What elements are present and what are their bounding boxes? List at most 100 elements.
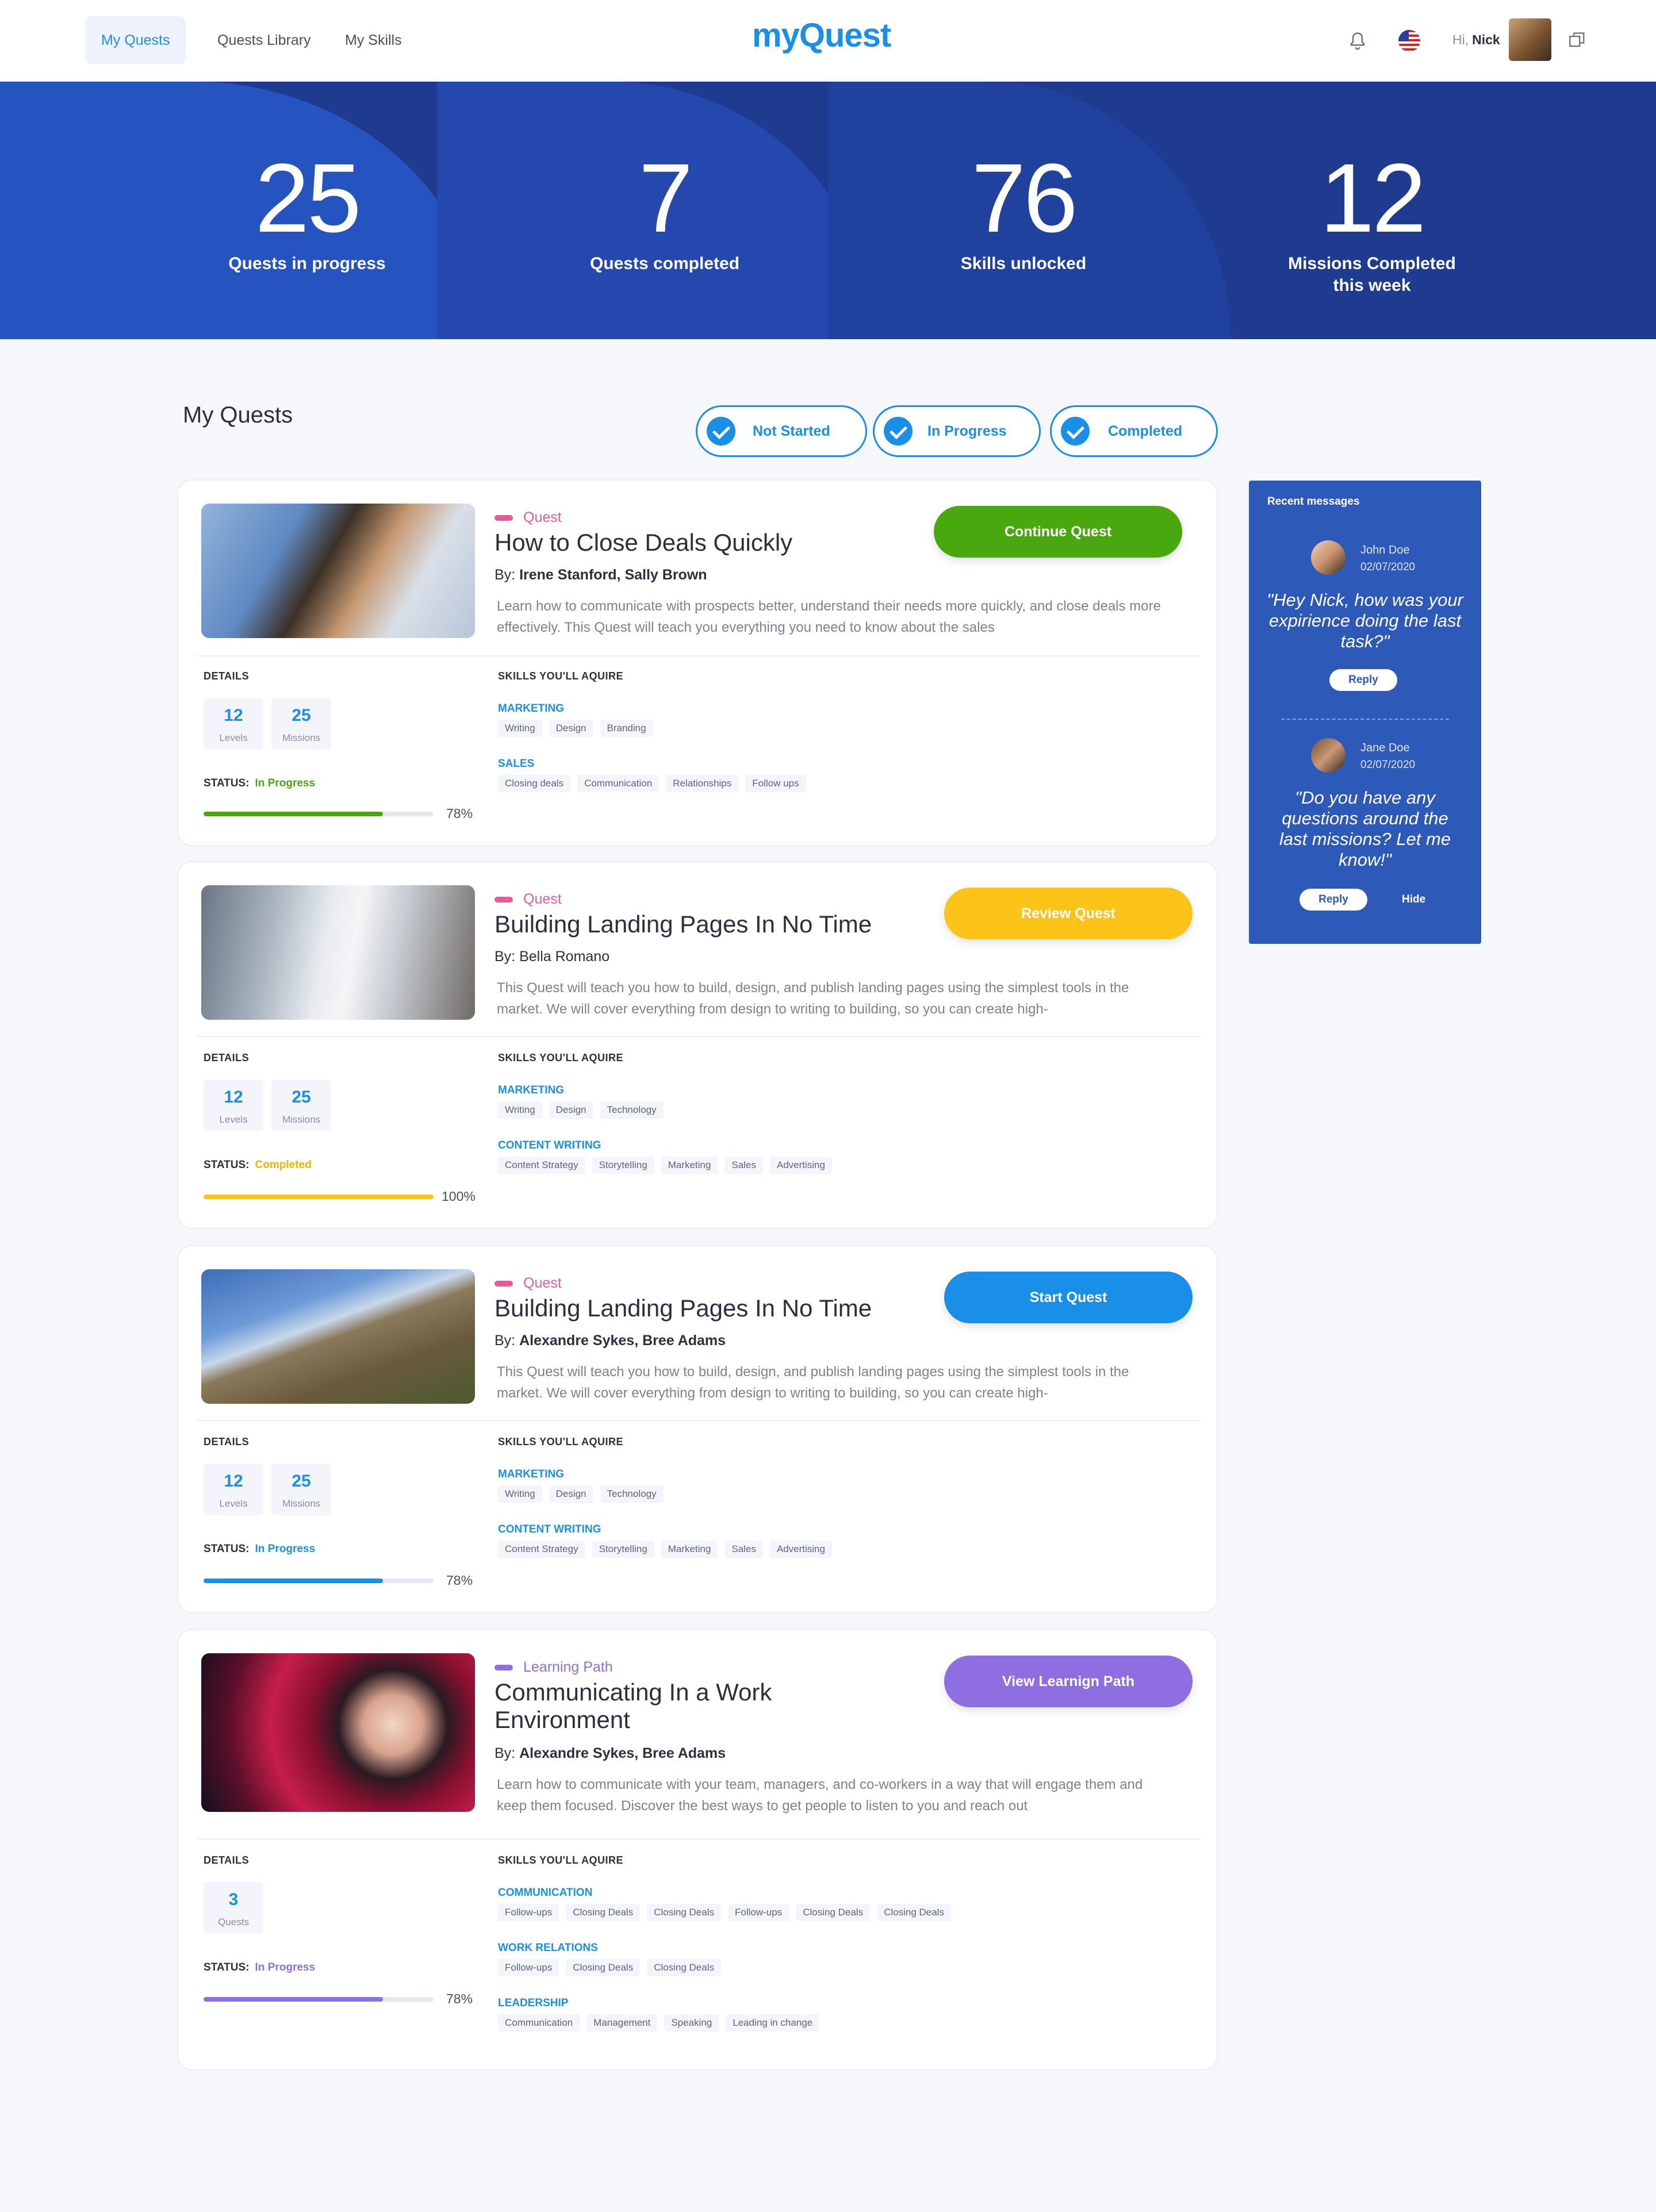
continue-quest-button[interactable]: Continue Quest	[934, 506, 1182, 558]
filter-completed[interactable]: Completed	[1050, 405, 1218, 457]
skill-chip: Marketing	[661, 1157, 718, 1174]
quest-description: Learn how to communicate with prospects …	[497, 598, 1161, 635]
filter-in-progress[interactable]: In Progress	[873, 405, 1041, 457]
filter-label: Completed	[1108, 423, 1183, 439]
skill-chip: Sales	[724, 1157, 763, 1174]
message-divider	[1281, 719, 1449, 720]
levels-count: 12 Levels	[204, 1080, 263, 1131]
message-date: 02/07/2020	[1360, 561, 1416, 573]
quest-thumbnail-laptop-desk	[201, 885, 475, 1020]
skill-chip: Writing	[498, 1101, 542, 1119]
levels-count: 12 Levels	[204, 698, 263, 750]
quest-card: Quest How to Close Deals Quickly By: Ire…	[177, 479, 1218, 846]
divider	[197, 1838, 1201, 1840]
reply-button[interactable]: Reply	[1329, 669, 1397, 691]
quest-title[interactable]: Building Landing Pages In No Time	[494, 1295, 931, 1322]
hide-button[interactable]: Hide	[1402, 893, 1425, 906]
start-quest-button[interactable]: Start Quest	[944, 1272, 1193, 1323]
skill-chip: Relationships	[666, 775, 739, 792]
progress-bar	[204, 812, 434, 816]
quest-authors: By: Irene Stanford, Sally Brown	[494, 567, 707, 583]
view-learning-path-button[interactable]: View Learnign Path	[944, 1656, 1193, 1707]
quest-title[interactable]: How to Close Deals Quickly	[494, 529, 931, 556]
user-avatar[interactable]	[1509, 18, 1551, 61]
check-icon	[884, 417, 913, 446]
skill-chip: Technology	[600, 1101, 664, 1119]
learning-path-card: Learning Path Communicating In a Work En…	[177, 1629, 1218, 2071]
skills-heading: SKILLS YOU'LL AQUIRE	[498, 1052, 623, 1063]
progress-percent: 100%	[442, 1189, 476, 1204]
skill-chip: Follow-ups	[498, 1959, 559, 1976]
skill-chips: Closing deals Communication Relationships F…	[498, 775, 813, 792]
skill-chip: Branding	[600, 720, 653, 737]
tab-my-quests[interactable]: My Quests	[85, 16, 186, 64]
skill-chip: Design	[549, 1101, 593, 1119]
bell-icon[interactable]	[1347, 30, 1368, 53]
quest-description: This Quest will teach you how to build, …	[497, 1364, 1129, 1401]
filter-not-started[interactable]: Not Started	[696, 405, 867, 457]
quest-description: This Quest will teach you how to build, …	[497, 980, 1129, 1017]
details-heading: DETAILS	[204, 1854, 250, 1866]
quest-type-tag: Quest	[494, 509, 562, 526]
progress-bar	[204, 1579, 434, 1583]
avatar-john-doe	[1311, 540, 1346, 575]
skill-chip: Writing	[498, 1485, 542, 1503]
skill-chip: Technology	[600, 1485, 664, 1503]
message-text: "Do you have any questions around the la…	[1279, 788, 1451, 870]
divider	[197, 655, 1201, 656]
path-description: Learn how to communicate with your team,…	[497, 1777, 1143, 1814]
skill-chip: Speaking	[664, 2014, 719, 2031]
stat-missions-completed: 12 Missions Completed this week	[1257, 82, 1487, 339]
skills-heading: SKILLS YOU'LL AQUIRE	[498, 1436, 623, 1447]
stat-quests-in-progress: 25 Quests in progress	[192, 82, 422, 339]
message-text: "Hey Nick, how was your expirience doing…	[1267, 590, 1463, 651]
progress-fill	[204, 1195, 434, 1199]
skill-chip: Closing Deals	[647, 1904, 721, 1921]
quest-title[interactable]: Building Landing Pages In No Time	[494, 911, 931, 938]
progress-percent: 78%	[446, 1573, 473, 1588]
skill-chip: Closing deals	[498, 775, 571, 792]
messages-title: Recent messages	[1267, 496, 1360, 508]
skill-chips: Writing Design Branding	[498, 720, 660, 737]
skill-chip: Communication	[498, 2014, 580, 2031]
tab-quests-library[interactable]: Quests Library	[201, 16, 327, 64]
skills-heading: SKILLS YOU'LL AQUIRE	[498, 670, 623, 682]
page-title: My Quests	[183, 402, 293, 428]
skill-chip: Advertising	[769, 1157, 832, 1174]
quest-type-tag: Quest	[494, 1275, 562, 1292]
status-row: STATUS: In Progress	[204, 777, 316, 789]
progress-percent: 78%	[446, 806, 473, 821]
review-quest-button[interactable]: Review Quest	[944, 888, 1193, 939]
avatar-jane-doe	[1311, 738, 1346, 773]
skill-category: SALES	[498, 758, 535, 770]
skill-chips: Follow-ups Closing Deals Closing Deals	[498, 1959, 728, 1976]
path-title[interactable]: Communicating In a Work Environment	[494, 1679, 816, 1734]
skill-chip: Closing Deals	[877, 1904, 951, 1921]
skill-category: LEADERSHIP	[498, 1997, 569, 2009]
details-heading: DETAILS	[204, 1436, 250, 1447]
skill-category: MARKETING	[498, 1084, 565, 1096]
quest-type-tag: Quest	[494, 891, 562, 908]
stat-label: Quests in progress	[228, 254, 386, 273]
user-greeting: Hi, Nick	[1452, 32, 1500, 47]
us-flag-icon[interactable]	[1398, 30, 1420, 52]
skill-chips: Communication Management Speaking Leading i…	[498, 2014, 826, 2031]
skill-chip: Sales	[724, 1541, 763, 1558]
window-switch-icon[interactable]	[1567, 30, 1587, 49]
skill-category: MARKETING	[498, 702, 565, 715]
progress-fill	[204, 812, 383, 816]
reply-button[interactable]: Reply	[1300, 889, 1367, 911]
app-logo[interactable]: myQuest	[752, 16, 891, 55]
skill-chip: Content Strategy	[498, 1157, 585, 1174]
missions-count: 25 Missions	[271, 1464, 331, 1515]
skill-chip: Follow-ups	[498, 1904, 559, 1921]
skill-category: CONTENT WRITING	[498, 1139, 601, 1151]
status-row: STATUS: In Progress	[204, 1543, 316, 1555]
skill-chip: Follow ups	[745, 775, 806, 792]
skill-chips: Content Strategy Storytelling Marketing Sal…	[498, 1157, 839, 1174]
check-icon	[707, 417, 735, 446]
tab-my-skills[interactable]: My Skills	[329, 16, 418, 64]
skill-category: WORK RELATIONS	[498, 1942, 598, 1954]
skill-chips: Writing Design Technology	[498, 1101, 670, 1119]
stat-value: 12	[1320, 144, 1426, 253]
